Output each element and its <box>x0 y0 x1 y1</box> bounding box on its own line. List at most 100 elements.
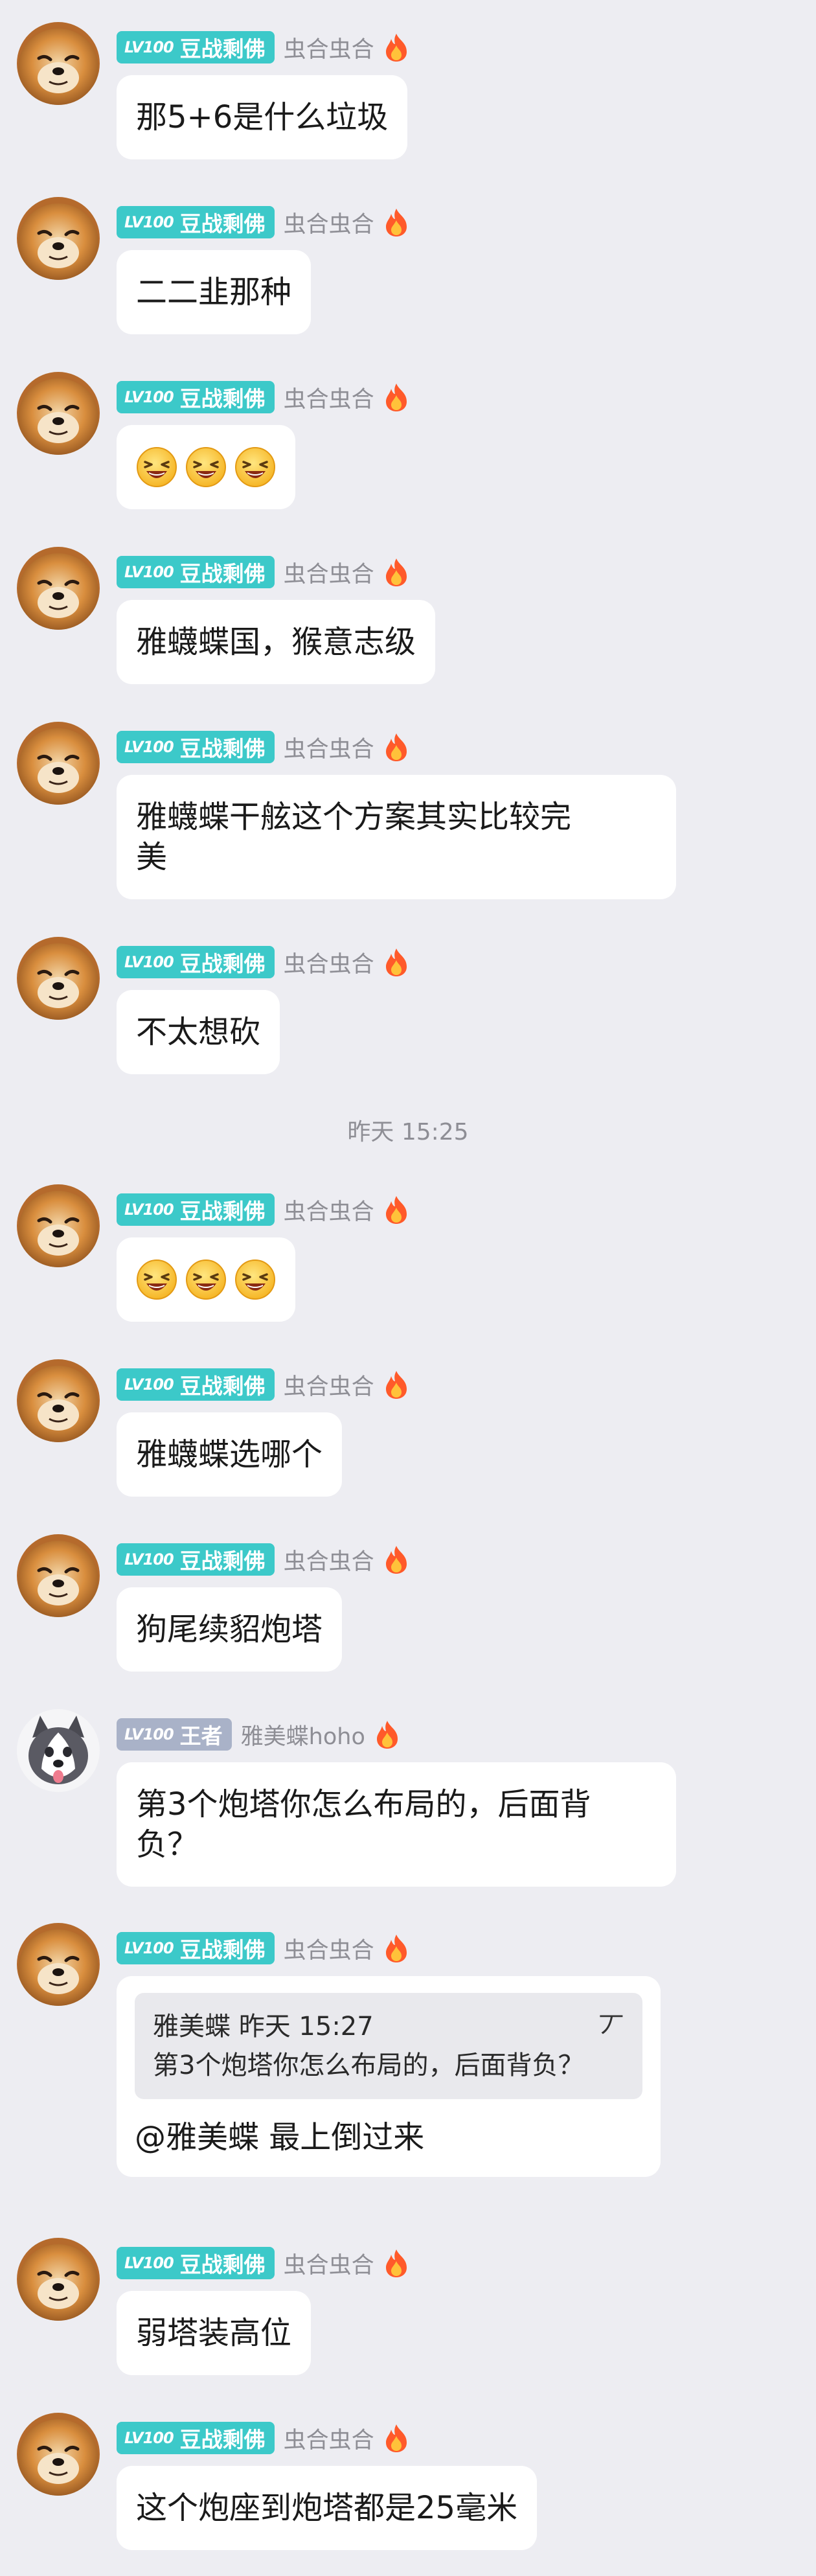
sender-name[interactable]: 虫合虫合 <box>284 1543 374 1576</box>
sender-name[interactable]: 虫合虫合 <box>284 2247 374 2280</box>
emoji-row <box>136 447 276 487</box>
shiba-avatar-icon <box>17 197 100 280</box>
avatar[interactable] <box>17 937 100 1020</box>
quote-text: 第3个炮塔你怎么布局的，后面背负？ <box>153 2051 584 2080</box>
sender-name[interactable]: 虫合虫合 <box>284 381 374 414</box>
message-meta: LV100 豆战剩佛 虫合虫合 <box>117 31 409 63</box>
badge-title: 豆战剩佛 <box>179 2252 266 2277</box>
message-bubble[interactable]: 不太想砍 <box>117 990 280 1074</box>
message-meta: LV100 豆战剩佛 虫合虫合 <box>117 1543 409 1576</box>
avatar[interactable] <box>17 722 100 805</box>
message-bubble[interactable]: 雅美蝶 昨天 15:27 丆 第3个炮塔你怎么布局的，后面背负？ @雅美蝶 最上… <box>117 1976 661 2177</box>
laughing-face-icon <box>136 446 177 488</box>
avatar[interactable] <box>17 2238 100 2321</box>
badge-title: 豆战剩佛 <box>179 386 266 411</box>
message-bubble[interactable]: 雅蠛蝶国，猴意志级 <box>117 600 436 684</box>
shiba-avatar-icon <box>17 372 100 455</box>
avatar[interactable] <box>17 1709 100 1792</box>
avatar[interactable] <box>17 1923 100 2006</box>
level-badge: LV100 豆战剩佛 <box>117 946 275 978</box>
fire-icon <box>383 2248 409 2278</box>
sender-name[interactable]: 雅美蝶hoho <box>241 1718 365 1751</box>
sender-name[interactable]: 虫合虫合 <box>284 1368 374 1401</box>
badge-level: LV100 <box>124 213 174 231</box>
shiba-avatar-icon <box>17 937 100 1020</box>
message-bubble[interactable]: 雅蠛蝶干舷这个方案其实比较完 美 <box>117 775 676 899</box>
message-bubble[interactable]: 二二韭那种 <box>117 250 312 334</box>
badge-title: 豆战剩佛 <box>179 36 266 62</box>
message-bubble[interactable]: 第3个炮塔你怎么布局的，后面背 负？ <box>117 1762 676 1887</box>
message-bubble[interactable]: 雅蠛蝶选哪个 <box>117 1412 343 1497</box>
sender-name[interactable]: 虫合虫合 <box>284 1193 374 1226</box>
badge-level: LV100 <box>124 738 174 756</box>
sender-name[interactable]: 虫合虫合 <box>284 731 374 764</box>
fire-icon <box>383 732 409 762</box>
shiba-avatar-icon <box>17 1534 100 1617</box>
shiba-avatar-icon <box>17 22 100 105</box>
message-bubble[interactable] <box>117 425 295 509</box>
badge-title: 豆战剩佛 <box>179 1374 266 1399</box>
fire-icon <box>383 557 409 587</box>
fire-icon <box>383 382 409 412</box>
shiba-avatar-icon <box>17 2238 100 2321</box>
badge-level: LV100 <box>124 2429 174 2447</box>
sender-name[interactable]: 虫合虫合 <box>284 556 374 589</box>
level-badge: LV100 豆战剩佛 <box>117 731 275 763</box>
badge-level: LV100 <box>124 388 174 406</box>
message-text: 雅蠛蝶国，猴意志级 <box>136 624 416 660</box>
message-text-line: 雅蠛蝶干舷这个方案其实比较完 <box>136 799 572 835</box>
avatar[interactable] <box>17 22 100 105</box>
sender-name[interactable]: 虫合虫合 <box>284 946 374 979</box>
laughing-face-icon <box>234 1259 276 1300</box>
badge-title: 豆战剩佛 <box>179 951 266 976</box>
fire-icon <box>383 1545 409 1574</box>
message-meta: LV100 豆战剩佛 虫合虫合 <box>117 1932 409 1964</box>
avatar[interactable] <box>17 547 100 630</box>
message-meta: LV100 豆战剩佛 虫合虫合 <box>117 2247 409 2279</box>
avatar[interactable] <box>17 2413 100 2496</box>
shiba-avatar-icon <box>17 547 100 630</box>
message-meta: LV100 王者 雅美蝶hoho <box>117 1718 400 1751</box>
level-badge: LV100 豆战剩佛 <box>117 1932 275 1964</box>
avatar[interactable] <box>17 372 100 455</box>
level-badge: LV100 豆战剩佛 <box>117 381 275 413</box>
message-bubble[interactable] <box>117 1237 295 1322</box>
shiba-avatar-icon <box>17 2413 100 2496</box>
badge-level: LV100 <box>124 1201 174 1219</box>
message-meta: LV100 豆战剩佛 虫合虫合 <box>117 556 409 588</box>
message-text-line: 美 <box>136 839 168 875</box>
message-bubble[interactable]: 弱塔装高位 <box>117 2291 312 2375</box>
emoji-row <box>136 1259 276 1300</box>
message-text: @雅美蝶 最上倒过来 <box>135 2119 425 2156</box>
fire-icon <box>374 1719 400 1749</box>
badge-level: LV100 <box>124 563 174 581</box>
avatar[interactable] <box>17 1359 100 1442</box>
fire-icon <box>383 2423 409 2453</box>
avatar[interactable] <box>17 1184 100 1267</box>
badge-title: 豆战剩佛 <box>179 561 266 586</box>
quote-mark-icon: 丆 <box>598 2012 624 2041</box>
sender-name[interactable]: 虫合虫合 <box>284 206 374 239</box>
message-text: 二二韭那种 <box>136 274 292 310</box>
sender-name[interactable]: 虫合虫合 <box>284 31 374 64</box>
sender-name[interactable]: 虫合虫合 <box>284 1932 374 1965</box>
message-text: 狗尾续貂炮塔 <box>136 1611 323 1648</box>
level-badge: LV100 豆战剩佛 <box>117 1193 275 1226</box>
message-bubble[interactable]: 狗尾续貂炮塔 <box>117 1587 343 1672</box>
sender-name[interactable]: 虫合虫合 <box>284 2422 374 2455</box>
fire-icon <box>383 32 409 62</box>
level-badge: LV100 豆战剩佛 <box>117 2422 275 2454</box>
avatar[interactable] <box>17 1534 100 1617</box>
avatar[interactable] <box>17 197 100 280</box>
message-bubble[interactable]: 那5+6是什么垃圾 <box>117 75 408 159</box>
level-badge: LV100 豆战剩佛 <box>117 31 275 63</box>
badge-title: 豆战剩佛 <box>179 211 266 236</box>
shiba-avatar-icon <box>17 1184 100 1267</box>
level-badge: LV100 豆战剩佛 <box>117 556 275 588</box>
message-meta: LV100 豆战剩佛 虫合虫合 <box>117 1193 409 1226</box>
quoted-message[interactable]: 雅美蝶 昨天 15:27 丆 第3个炮塔你怎么布局的，后面背负？ <box>135 1993 642 2099</box>
message-bubble[interactable]: 这个炮座到炮塔都是25毫米 <box>117 2466 538 2550</box>
message-meta: LV100 豆战剩佛 虫合虫合 <box>117 381 409 413</box>
badge-title: 王者 <box>179 1723 223 1749</box>
badge-title: 豆战剩佛 <box>179 2427 266 2452</box>
